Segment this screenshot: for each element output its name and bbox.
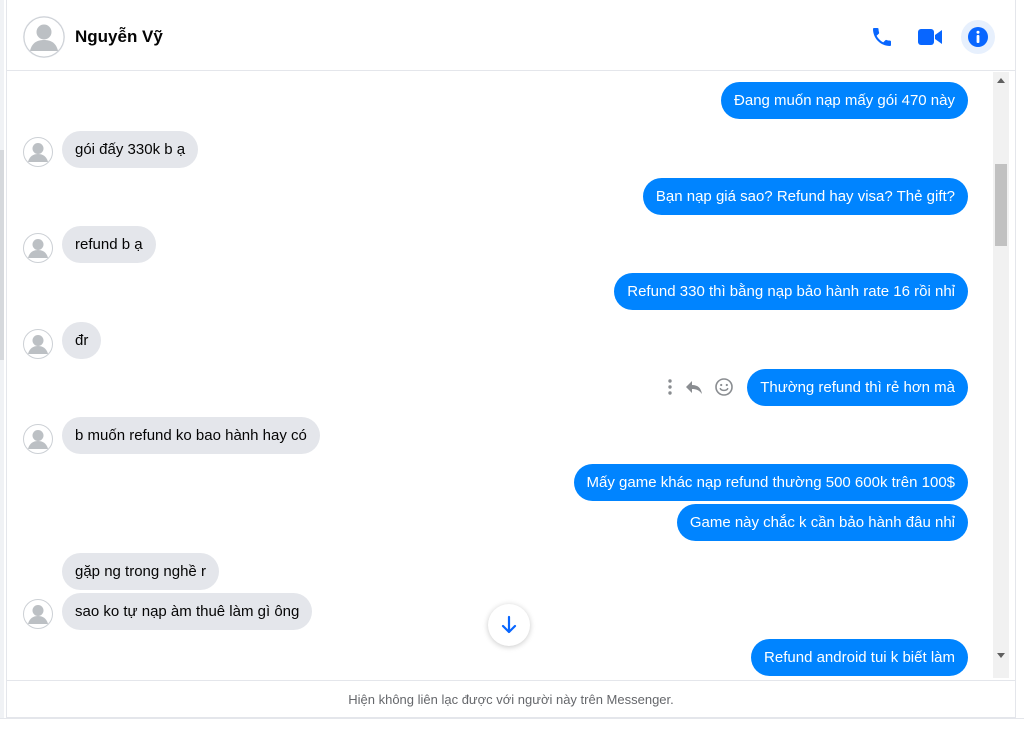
contact-mini-avatar xyxy=(23,329,53,359)
message-list[interactable]: Đang muốn nạp mấy gói 470 này gói đấy 33… xyxy=(7,72,992,678)
scroll-to-bottom-button[interactable] xyxy=(488,604,530,646)
contact-mini-avatar xyxy=(23,137,53,167)
scrollbar-thumb[interactable] xyxy=(995,164,1007,246)
more-options-icon[interactable] xyxy=(666,378,674,396)
contact-mini-avatar xyxy=(23,424,53,454)
message-bubble-incoming[interactable]: đr xyxy=(62,322,102,359)
contact-avatar[interactable] xyxy=(23,16,65,58)
contact-mini-avatar xyxy=(23,599,53,629)
phone-icon xyxy=(873,28,891,46)
video-camera-icon xyxy=(918,29,942,45)
arrow-down-icon xyxy=(501,615,517,634)
left-edge-handle xyxy=(0,150,4,360)
contact-name[interactable]: Nguyễn Vỹ xyxy=(75,27,163,47)
info-icon xyxy=(968,27,988,47)
contact-mini-avatar xyxy=(23,233,53,263)
message-bubble-outgoing[interactable]: Đang muốn nạp mấy gói 470 này xyxy=(721,82,968,119)
scroll-down-arrow-icon[interactable] xyxy=(997,653,1005,658)
message-bubble-outgoing[interactable]: Bạn nạp giá sao? Refund hay visa? Thẻ gi… xyxy=(642,178,968,215)
message-bubble-outgoing[interactable]: Mấy game khác nạp refund thường 500 600k… xyxy=(573,464,968,501)
bottom-band xyxy=(0,718,1024,740)
video-call-button[interactable] xyxy=(913,20,947,54)
window-left-edge xyxy=(0,0,4,740)
voice-call-button[interactable] xyxy=(865,20,899,54)
unavailable-notice: Hiện không liên lạc được với người này t… xyxy=(7,680,1015,717)
message-bubble-incoming[interactable]: gặp ng trong nghề r xyxy=(62,553,219,590)
message-bubble-outgoing[interactable]: Thường refund thì rẻ hơn mà xyxy=(747,369,968,406)
message-bubble-outgoing[interactable]: Game này chắc k cần bảo hành đâu nhỉ xyxy=(676,504,968,541)
scroll-up-arrow-icon[interactable] xyxy=(997,78,1005,83)
message-bubble-incoming[interactable]: sao ko tự nạp àm thuê làm gì ông xyxy=(62,593,313,630)
reply-icon[interactable] xyxy=(684,378,704,396)
message-bubble-incoming[interactable]: gói đấy 330k b ạ xyxy=(62,131,199,168)
message-bubble-outgoing[interactable]: Refund 330 thì bằng nạp bảo hành rate 16… xyxy=(614,273,968,310)
conversation-header: Nguyễn Vỹ xyxy=(7,4,1015,71)
message-list-scrollbar[interactable] xyxy=(993,72,1009,678)
react-smiley-icon[interactable] xyxy=(714,377,734,397)
message-bubble-incoming[interactable]: b muốn refund ko bao hành hay có xyxy=(62,417,320,454)
conversation-info-button[interactable] xyxy=(961,20,995,54)
message-bubble-outgoing[interactable]: Refund android tui k biết làm xyxy=(751,639,968,676)
message-bubble-incoming[interactable]: refund b ạ xyxy=(62,226,156,263)
